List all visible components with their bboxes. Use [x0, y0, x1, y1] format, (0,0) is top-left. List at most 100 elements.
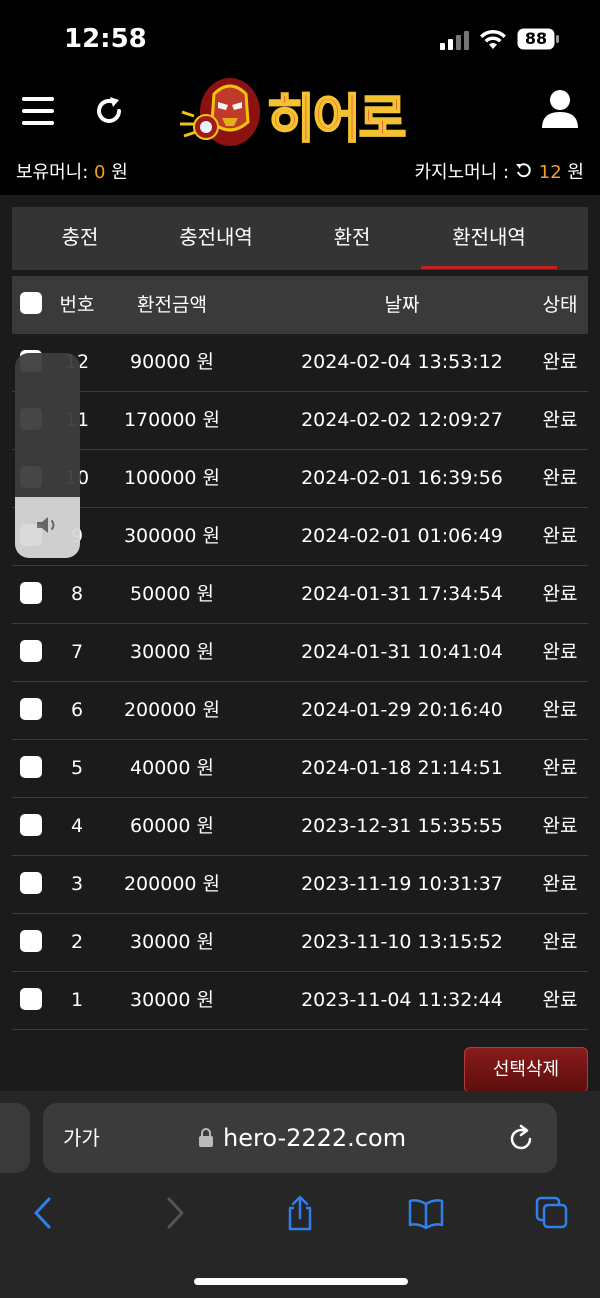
tabs-icon[interactable] [534, 1195, 570, 1231]
previous-tab-preview[interactable] [0, 1103, 30, 1173]
row-date: 2024-01-29 20:16:40 [301, 699, 503, 721]
tab-charge-history[interactable]: 충전내역 [148, 207, 284, 270]
hold-money: 보유머니: 0 원 [16, 158, 128, 184]
column-header-date: 날짜 [384, 294, 420, 316]
column-header-no: 번호 [59, 294, 95, 316]
row-date: 2024-01-18 21:14:51 [301, 757, 503, 779]
row-amount: 100000 원 [123, 467, 221, 489]
forward-icon[interactable] [156, 1195, 192, 1231]
hold-money-label: 보유머니: [16, 162, 95, 183]
row-amount: 60000 원 [130, 815, 214, 837]
share-icon[interactable] [282, 1195, 318, 1231]
casino-money-label: 카지노머니 : [414, 162, 515, 183]
text-size-button[interactable]: 가가 [63, 1103, 100, 1173]
row-date: 2023-11-04 11:32:44 [301, 989, 503, 1011]
delete-selected-button[interactable]: 선택삭제 [464, 1047, 588, 1093]
browser-bottom-bar: 가가 hero-2222.com [0, 1091, 600, 1298]
casino-money-value: 12 [538, 162, 562, 183]
tab-exchange-history[interactable]: 환전내역 [421, 207, 557, 270]
tab-exchange[interactable]: 환전 [284, 207, 420, 270]
address-bar[interactable]: 가가 hero-2222.com [43, 1103, 557, 1173]
row-date: 2024-02-01 01:06:49 [301, 525, 503, 547]
site-logo[interactable]: 히어로 [172, 72, 422, 152]
site-header: 히어로 보유머니: 0 원 카지노머니 : 12 원 [0, 72, 600, 195]
row-amount: 300000 원 [123, 525, 221, 547]
row-status: 완료 [542, 583, 578, 605]
cellular-signal-icon [440, 31, 469, 50]
row-date: 2023-11-10 13:15:52 [301, 931, 503, 953]
row-status: 완료 [542, 699, 578, 721]
table-row: 6 200000 원 2024-01-29 20:16:40 완료 [12, 682, 588, 740]
column-header-amount: 환전금액 [137, 294, 207, 316]
hold-money-value: 0 [94, 162, 106, 183]
row-amount: 200000 원 [123, 699, 221, 721]
user-profile-icon[interactable] [540, 88, 580, 130]
row-number: 6 [70, 699, 84, 721]
row-checkbox[interactable] [20, 756, 42, 778]
row-amount: 90000 원 [130, 351, 214, 373]
row-status: 완료 [542, 351, 578, 373]
row-amount: 170000 원 [123, 409, 221, 431]
table-row: 4 60000 원 2023-12-31 15:35:55 완료 [12, 798, 588, 856]
row-checkbox[interactable] [20, 640, 42, 662]
row-checkbox[interactable] [20, 698, 42, 720]
hamburger-menu-icon[interactable] [20, 94, 56, 128]
tab-charge[interactable]: 충전 [12, 207, 148, 270]
row-status: 완료 [542, 525, 578, 547]
url-text: hero-2222.com [223, 1124, 407, 1152]
volume-hud[interactable] [15, 353, 80, 558]
row-number: 1 [70, 989, 84, 1011]
row-date: 2023-12-31 15:35:55 [301, 815, 503, 837]
row-status: 완료 [542, 873, 578, 895]
speaker-icon [37, 517, 55, 533]
row-date: 2024-02-01 16:39:56 [301, 467, 503, 489]
row-number: 5 [70, 757, 84, 779]
reload-icon[interactable] [509, 1124, 535, 1152]
row-checkbox[interactable] [20, 930, 42, 952]
row-number: 4 [70, 815, 84, 837]
casino-money-unit: 원 [561, 162, 584, 183]
row-checkbox[interactable] [20, 582, 42, 604]
hold-money-unit: 원 [105, 162, 128, 183]
row-date: 2023-11-19 10:31:37 [301, 873, 503, 895]
row-amount: 50000 원 [130, 583, 214, 605]
row-status: 완료 [542, 409, 578, 431]
table-header: 번호 환전금액 날짜 상태 [12, 276, 588, 334]
table-row: 2 30000 원 2023-11-10 13:15:52 완료 [12, 914, 588, 972]
row-checkbox[interactable] [20, 872, 42, 894]
table-row: 3 200000 원 2023-11-19 10:31:37 완료 [12, 856, 588, 914]
row-amount: 30000 원 [130, 641, 214, 663]
home-indicator [194, 1278, 408, 1285]
bookmarks-icon[interactable] [408, 1195, 444, 1231]
row-number: 7 [70, 641, 84, 663]
lock-icon [199, 1128, 213, 1147]
table-row: 11 170000 원 2024-02-02 12:09:27 완료 [12, 392, 588, 450]
table-row: 5 40000 원 2024-01-18 21:14:51 완료 [12, 740, 588, 798]
column-header-status: 상태 [542, 294, 578, 316]
row-amount: 200000 원 [123, 873, 221, 895]
table-row: 12 90000 원 2024-02-04 13:53:12 완료 [12, 334, 588, 392]
table-row: 1 30000 원 2023-11-04 11:32:44 완료 [12, 972, 588, 1030]
status-bar: 12:58 88 [0, 0, 600, 72]
row-date: 2024-02-04 13:53:12 [301, 351, 503, 373]
refresh-icon[interactable] [92, 94, 126, 128]
row-status: 완료 [542, 757, 578, 779]
casino-money: 카지노머니 : 12 원 [414, 158, 584, 184]
row-checkbox[interactable] [20, 814, 42, 836]
battery-indicator: 88 [517, 28, 559, 50]
row-checkbox[interactable] [20, 988, 42, 1010]
row-number: 2 [70, 931, 84, 953]
row-date: 2024-01-31 10:41:04 [301, 641, 503, 663]
casino-money-refresh-icon[interactable] [515, 162, 533, 180]
select-all-checkbox[interactable] [20, 292, 42, 314]
back-icon[interactable] [26, 1195, 62, 1231]
row-number: 8 [70, 583, 84, 605]
row-status: 완료 [542, 931, 578, 953]
row-amount: 40000 원 [130, 757, 214, 779]
status-time: 12:58 [64, 24, 147, 54]
table-row: 8 50000 원 2024-01-31 17:34:54 완료 [12, 566, 588, 624]
row-date: 2024-02-02 12:09:27 [301, 409, 503, 431]
row-status: 완료 [542, 989, 578, 1011]
row-status: 완료 [542, 641, 578, 663]
table-row: 10 100000 원 2024-02-01 16:39:56 완료 [12, 450, 588, 508]
